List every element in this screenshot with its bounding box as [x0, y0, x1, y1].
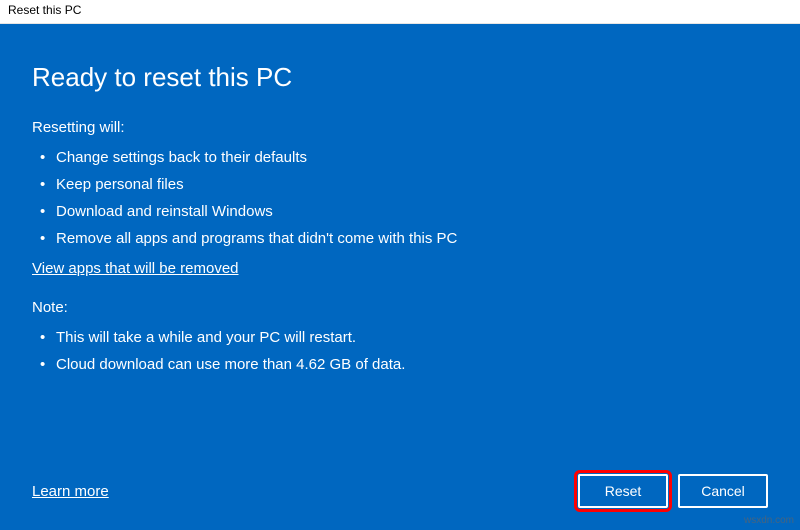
button-group: Reset Cancel	[578, 474, 768, 508]
resetting-will-label: Resetting will:	[32, 119, 768, 136]
dialog-footer: Learn more Reset Cancel	[32, 474, 768, 508]
window-titlebar: Reset this PC	[0, 0, 800, 24]
list-item: Change settings back to their defaults	[38, 144, 768, 171]
list-item: This will take a while and your PC will …	[38, 324, 768, 351]
view-apps-link[interactable]: View apps that will be removed	[32, 260, 239, 277]
note-label: Note:	[32, 299, 768, 316]
watermark-text: wsxdn.com	[744, 515, 794, 526]
list-item: Download and reinstall Windows	[38, 198, 768, 225]
list-item: Cloud download can use more than 4.62 GB…	[38, 351, 768, 378]
note-list: This will take a while and your PC will …	[32, 324, 768, 378]
list-item: Keep personal files	[38, 171, 768, 198]
resetting-will-list: Change settings back to their defaults K…	[32, 144, 768, 252]
page-title: Ready to reset this PC	[32, 62, 768, 93]
list-item: Remove all apps and programs that didn't…	[38, 225, 768, 252]
cancel-button[interactable]: Cancel	[678, 474, 768, 508]
learn-more-link[interactable]: Learn more	[32, 483, 109, 500]
dialog-content: Ready to reset this PC Resetting will: C…	[0, 24, 800, 530]
window-title: Reset this PC	[8, 3, 81, 17]
reset-button[interactable]: Reset	[578, 474, 668, 508]
